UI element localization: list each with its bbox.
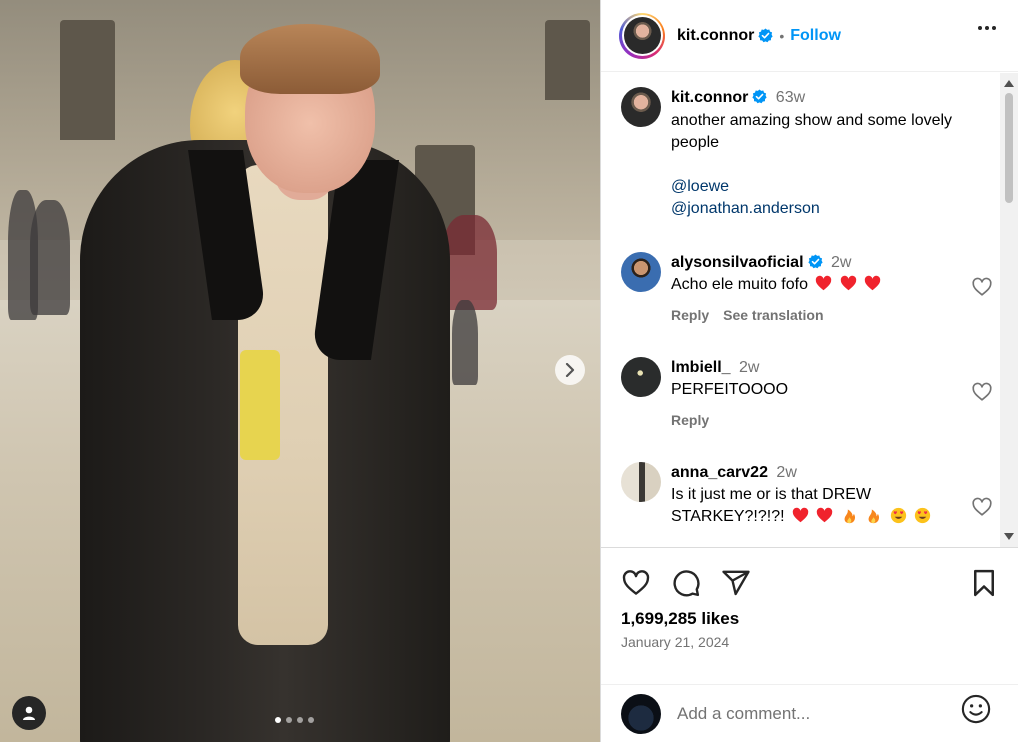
comment-time[interactable]: 2w xyxy=(831,254,851,271)
scrollbar[interactable] xyxy=(1000,73,1018,547)
background-person xyxy=(452,300,478,385)
heart-eyes-emoji-icon xyxy=(915,507,931,524)
carousel-dot xyxy=(308,717,314,723)
like-comment-heart-icon[interactable] xyxy=(971,276,993,298)
comment: anna_carv22 2w Is it just me or is that … xyxy=(621,462,993,528)
comment: alysonsilvaoficial 2w Acho ele muito fof… xyxy=(621,252,993,326)
red-heart-emoji-icon xyxy=(792,507,809,523)
comment-body: lmbiell_ 2w PERFEITOOOO Reply xyxy=(671,357,991,431)
add-comment-input[interactable] xyxy=(677,704,947,724)
comment-body: anna_carv22 2w Is it just me or is that … xyxy=(671,462,991,528)
comment-body: alysonsilvaoficial 2w Acho ele muito fof… xyxy=(671,252,991,326)
reply-button[interactable]: Reply xyxy=(671,409,709,431)
caption-time[interactable]: 63w xyxy=(776,89,805,106)
red-heart-emoji-icon xyxy=(840,275,857,291)
like-comment-heart-icon[interactable] xyxy=(971,381,993,403)
comment-text-line: Acho ele muito fofo xyxy=(671,274,991,296)
comment-time[interactable]: 2w xyxy=(776,464,796,481)
like-comment-heart-icon[interactable] xyxy=(971,496,993,518)
more-options-icon[interactable] xyxy=(978,26,996,30)
heart-eyes-emoji-icon xyxy=(890,507,906,524)
carousel-dot xyxy=(286,717,292,723)
carousel-next-button[interactable] xyxy=(555,355,585,385)
like-heart-icon[interactable] xyxy=(621,568,651,598)
mention-link[interactable]: @loewe xyxy=(671,176,991,198)
comment-username[interactable]: lmbiell_ xyxy=(671,359,731,376)
post-date[interactable]: January 21, 2024 xyxy=(621,634,729,650)
yellow-shirt xyxy=(240,350,280,460)
comment-username[interactable]: anna_carv22 xyxy=(671,464,768,481)
comment-text-line: Is it just me or is that DREW STARKEY?!?… xyxy=(671,484,951,528)
comments-scroll-area[interactable]: kit.connor 63w another amazing show and … xyxy=(601,73,1018,547)
carousel-dot xyxy=(297,717,303,723)
follow-button[interactable]: Follow xyxy=(790,27,841,45)
verified-badge-icon xyxy=(752,89,767,104)
see-translation-button[interactable]: See translation xyxy=(723,304,823,326)
background-person xyxy=(442,215,497,310)
mention-link[interactable]: @jonathan.anderson xyxy=(671,198,991,220)
scroll-up-arrow-icon[interactable] xyxy=(1004,80,1014,87)
current-user-avatar xyxy=(621,694,661,734)
post-actions-section: 1,699,285 likes January 21, 2024 xyxy=(601,547,1018,742)
comment-username[interactable]: alysonsilvaoficial xyxy=(671,254,804,271)
carousel-indicator xyxy=(275,717,314,723)
fire-emoji-icon xyxy=(844,509,855,524)
add-comment-bar xyxy=(601,684,1018,742)
action-icons xyxy=(621,568,751,598)
story-ring[interactable] xyxy=(619,12,665,59)
verified-badge-icon xyxy=(807,254,823,269)
comment: lmbiell_ 2w PERFEITOOOO Reply xyxy=(621,357,993,431)
share-paper-plane-icon[interactable] xyxy=(721,568,751,598)
bookmark-icon xyxy=(974,569,994,597)
avatar xyxy=(623,17,661,54)
red-heart-emoji-icon xyxy=(816,275,832,291)
avatar[interactable] xyxy=(621,357,661,397)
post-sidebar: kit.connor • Follow kit.connor 63w anoth… xyxy=(600,0,1018,742)
emoji-picker-smiley-icon[interactable] xyxy=(961,694,991,724)
avatar[interactable] xyxy=(621,252,661,292)
comment-bubble-icon[interactable] xyxy=(671,568,701,598)
user-icon xyxy=(23,706,35,720)
avatar[interactable] xyxy=(621,462,661,502)
hair xyxy=(240,24,380,94)
background-person xyxy=(30,200,70,315)
avatar[interactable] xyxy=(621,87,661,127)
avatar-frame xyxy=(621,15,663,56)
more-dot xyxy=(992,26,996,30)
red-heart-emoji-icon xyxy=(817,507,833,523)
author-username[interactable]: kit.connor xyxy=(677,27,754,45)
caption: kit.connor 63w another amazing show and … xyxy=(621,87,991,220)
comment-text: Acho ele muito fofo xyxy=(671,276,808,293)
chevron-right-icon xyxy=(565,363,575,377)
caption-text: another amazing show and some lovely peo… xyxy=(671,112,953,151)
building-window xyxy=(60,20,115,140)
fire-emoji-icon xyxy=(868,509,880,524)
separator: • xyxy=(779,27,785,44)
likes-count[interactable]: 1,699,285 likes xyxy=(621,609,739,629)
comment-text: PERFEITOOOO xyxy=(671,381,789,398)
caption-username[interactable]: kit.connor xyxy=(671,89,748,106)
carousel-dot xyxy=(275,717,281,723)
save-bookmark-icon[interactable] xyxy=(969,568,999,603)
scrollbar-thumb[interactable] xyxy=(1005,93,1013,203)
more-dot xyxy=(985,26,989,30)
building-window xyxy=(545,20,590,100)
comment-time[interactable]: 2w xyxy=(739,359,759,376)
scroll-down-arrow-icon[interactable] xyxy=(1004,533,1014,540)
reply-button[interactable]: Reply xyxy=(671,304,709,326)
verified-badge-icon xyxy=(758,28,773,43)
comment-actions: Reply See translation xyxy=(671,304,991,326)
comment-actions: Reply xyxy=(671,409,991,431)
tagged-users-button[interactable] xyxy=(12,696,46,730)
post-photo[interactable] xyxy=(0,0,600,742)
red-heart-emoji-icon xyxy=(865,275,881,291)
post-header: kit.connor • Follow xyxy=(601,0,1018,72)
more-dot xyxy=(978,26,982,30)
caption-body: kit.connor 63w another amazing show and … xyxy=(671,87,991,220)
